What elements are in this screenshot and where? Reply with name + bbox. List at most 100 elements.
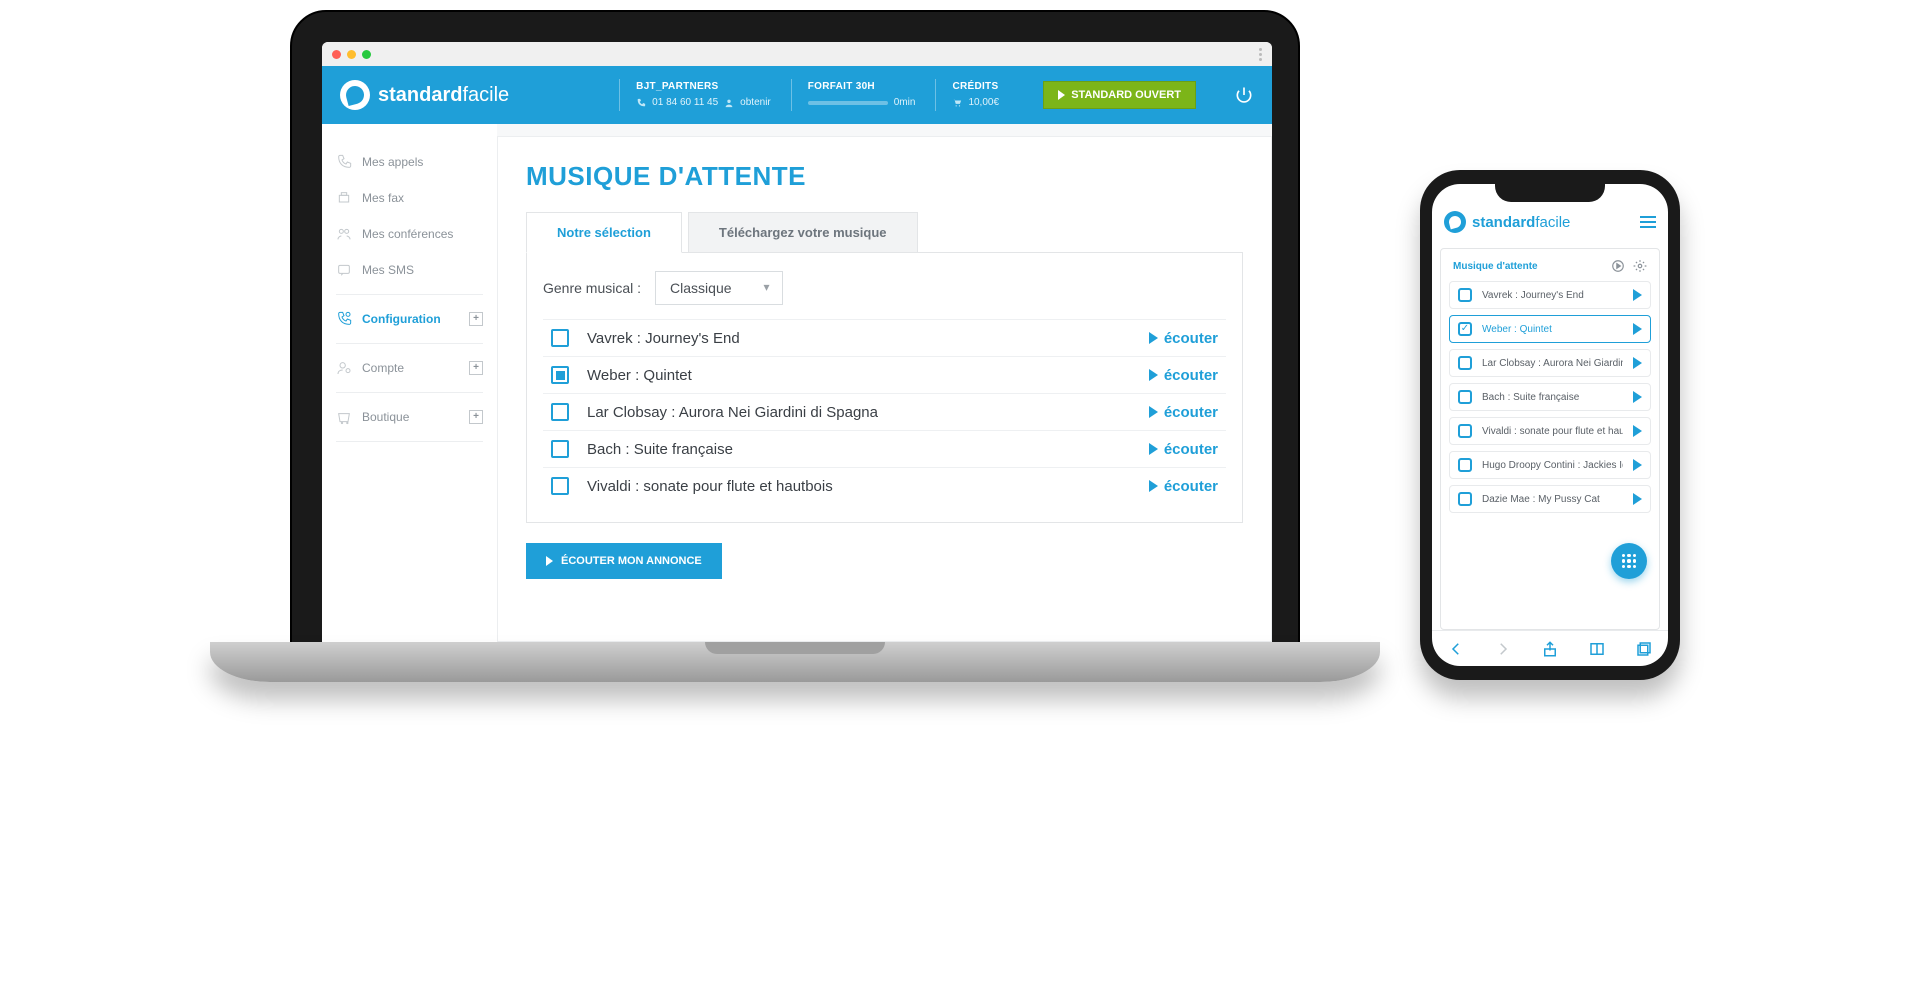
expand-toggle-icon[interactable]: +: [469, 361, 483, 375]
sidebar-item-mes-fax[interactable]: Mes fax: [322, 180, 497, 216]
hamburger-menu-icon[interactable]: [1640, 216, 1656, 228]
track-checkbox[interactable]: [551, 403, 569, 421]
track-checkbox[interactable]: [1458, 424, 1472, 438]
sidebar-item-mes-sms[interactable]: Mes SMS: [322, 252, 497, 288]
track-label: Vivaldi : sonate pour flute et hautbois: [587, 478, 833, 495]
sidebar: Mes appels Mes fax Mes conférences: [322, 124, 497, 642]
track-checkbox[interactable]: [551, 329, 569, 347]
status-button[interactable]: STANDARD OUVERT: [1043, 81, 1196, 109]
window-minimize-dot[interactable]: [347, 50, 356, 59]
track-checkbox[interactable]: [1458, 356, 1472, 370]
dialpad-icon: [1622, 554, 1636, 568]
tab-upload[interactable]: Téléchargez votre musique: [688, 212, 918, 253]
track-checkbox[interactable]: [1458, 492, 1472, 506]
mobile-track-row[interactable]: Lar Clobsay : Aurora Nei Giardini di Spa…: [1449, 349, 1651, 377]
track-checkbox[interactable]: ✓: [1458, 322, 1472, 336]
track-row[interactable]: Vavrek : Journey's End écouter: [543, 319, 1226, 356]
play-icon: [1149, 406, 1158, 418]
sidebar-divider: [336, 392, 483, 393]
expand-toggle-icon[interactable]: +: [469, 312, 483, 326]
sidebar-item-compte[interactable]: Compte +: [322, 350, 497, 386]
listen-button[interactable]: écouter: [1149, 404, 1218, 421]
play-outline-icon[interactable]: [1611, 259, 1625, 273]
credits-title: CRÉDITS: [952, 79, 999, 95]
sidebar-item-label: Boutique: [362, 410, 409, 424]
header-account-block: BJT_PARTNERS 01 84 60 11 45 obtenir: [619, 79, 771, 111]
play-icon[interactable]: [1633, 459, 1642, 471]
play-icon: [1058, 90, 1065, 100]
mobile-track-row[interactable]: Dazie Mae : My Pussy Cat: [1449, 485, 1651, 513]
mobile-track-list: Vavrek : Journey's End ✓Weber : Quintet La…: [1449, 281, 1651, 513]
play-icon[interactable]: [1633, 289, 1642, 301]
track-label: Hugo Droopy Contini : Jackies Idea: [1482, 460, 1623, 471]
track-row[interactable]: Vivaldi : sonate pour flute et hautbois é…: [543, 467, 1226, 504]
calls-icon: [336, 154, 352, 170]
track-checkbox[interactable]: [1458, 458, 1472, 472]
sidebar-item-label: Mes fax: [362, 191, 404, 205]
mobile-track-row[interactable]: Hugo Droopy Contini : Jackies Idea: [1449, 451, 1651, 479]
track-row[interactable]: Lar Clobsay : Aurora Nei Giardini di Spa…: [543, 393, 1226, 430]
cart-icon: [952, 98, 962, 108]
track-label: Vavrek : Journey's End: [587, 330, 740, 347]
phone-mockup: standardfacile Musique d'attente Vavrek …: [1420, 170, 1680, 680]
play-icon[interactable]: [1633, 391, 1642, 403]
listen-button[interactable]: écouter: [1149, 441, 1218, 458]
listen-button[interactable]: écouter: [1149, 478, 1218, 495]
track-label: Lar Clobsay : Aurora Nei Giardini di Spa…: [587, 404, 878, 421]
user-icon: [724, 98, 734, 108]
track-label: Dazie Mae : My Pussy Cat: [1482, 494, 1623, 505]
shop-icon: [336, 409, 352, 425]
mobile-track-row[interactable]: ✓Weber : Quintet: [1449, 315, 1651, 343]
obtain-link[interactable]: obtenir: [740, 95, 771, 111]
brand-logo[interactable]: standardfacile: [340, 80, 509, 110]
tab-bar: Notre sélection Téléchargez votre musiqu…: [526, 212, 1243, 253]
window-maximize-dot[interactable]: [362, 50, 371, 59]
page-title: MUSIQUE D'ATTENTE: [526, 161, 1243, 192]
fax-icon: [336, 190, 352, 206]
dialpad-fab[interactable]: [1611, 543, 1647, 579]
back-icon[interactable]: [1447, 640, 1465, 658]
play-icon[interactable]: [1633, 323, 1642, 335]
mobile-track-row[interactable]: Vavrek : Journey's End: [1449, 281, 1651, 309]
brand-text: standardfacile: [378, 84, 509, 107]
browser-menu-icon[interactable]: [1259, 48, 1262, 61]
brand-mark-icon: [1444, 211, 1466, 233]
play-icon[interactable]: [1633, 357, 1642, 369]
header-credits-block: CRÉDITS 10,00€: [935, 79, 999, 111]
sidebar-item-boutique[interactable]: Boutique +: [322, 399, 497, 435]
play-icon: [1149, 443, 1158, 455]
window-close-dot[interactable]: [332, 50, 341, 59]
mobile-track-row[interactable]: Vivaldi : sonate pour flute et hautbois: [1449, 417, 1651, 445]
sidebar-item-mes-appels[interactable]: Mes appels: [322, 144, 497, 180]
track-checkbox[interactable]: [1458, 390, 1472, 404]
preview-announcement-button[interactable]: ÉCOUTER MON ANNONCE: [526, 543, 722, 579]
track-checkbox[interactable]: [551, 366, 569, 384]
track-label: Bach : Suite française: [1482, 392, 1623, 403]
sidebar-divider: [336, 343, 483, 344]
listen-button[interactable]: écouter: [1149, 330, 1218, 347]
account-icon: [336, 360, 352, 376]
track-row[interactable]: Bach : Suite françaiseécouter: [543, 430, 1226, 467]
listen-label: écouter: [1164, 330, 1218, 347]
play-icon[interactable]: [1633, 493, 1642, 505]
tabs-icon[interactable]: [1635, 640, 1653, 658]
power-icon[interactable]: [1234, 85, 1254, 105]
track-checkbox[interactable]: [1458, 288, 1472, 302]
sidebar-item-mes-conferences[interactable]: Mes conférences: [322, 216, 497, 252]
sidebar-item-configuration[interactable]: Configuration +: [322, 301, 497, 337]
genre-select[interactable]: Classique: [655, 271, 782, 305]
genre-value: Classique: [670, 280, 731, 296]
bookmarks-icon[interactable]: [1588, 640, 1606, 658]
gear-icon[interactable]: [1633, 259, 1647, 273]
share-icon[interactable]: [1541, 640, 1559, 658]
track-checkbox[interactable]: [551, 477, 569, 495]
track-row[interactable]: Weber : Quintetécouter: [543, 356, 1226, 393]
mobile-brand-logo[interactable]: standardfacile: [1444, 211, 1570, 233]
tab-notre-selection[interactable]: Notre sélection: [526, 212, 682, 253]
play-icon[interactable]: [1633, 425, 1642, 437]
track-checkbox[interactable]: [551, 440, 569, 458]
play-icon: [1149, 332, 1158, 344]
listen-button[interactable]: écouter: [1149, 367, 1218, 384]
expand-toggle-icon[interactable]: +: [469, 410, 483, 424]
mobile-track-row[interactable]: Bach : Suite française: [1449, 383, 1651, 411]
